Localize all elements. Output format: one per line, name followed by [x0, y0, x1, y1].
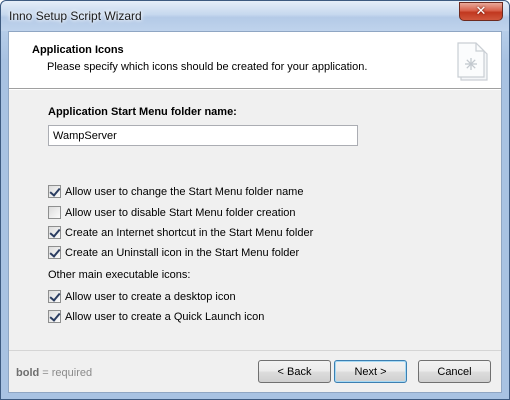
- option-quick-launch-icon[interactable]: Allow user to create a Quick Launch icon: [48, 310, 264, 323]
- checkbox[interactable]: [48, 206, 61, 219]
- page-header: Application Icons Please specify which i…: [9, 32, 501, 89]
- legend-text: = required: [39, 367, 93, 379]
- option-label: Allow user to change the Start Menu fold…: [65, 185, 304, 198]
- other-icons-label: Other main executable icons:: [48, 269, 191, 281]
- option-label: Create an Internet shortcut in the Start…: [65, 226, 314, 239]
- page-subtitle: Please specify which icons should be cre…: [47, 61, 368, 73]
- title-bar[interactable]: Inno Setup Script Wizard ✕: [1, 1, 509, 31]
- option-label: Create an Uninstall icon in the Start Me…: [65, 246, 300, 259]
- window-title: Inno Setup Script Wizard: [9, 9, 142, 23]
- checkbox[interactable]: [48, 185, 61, 198]
- folder-name-label: Application Start Menu folder name:: [48, 106, 237, 118]
- wizard-page-icon: [457, 42, 488, 81]
- legend-bold: bold: [16, 367, 40, 379]
- option-disable-folder[interactable]: Allow user to disable Start Menu folder …: [48, 206, 296, 219]
- checkbox[interactable]: [48, 226, 61, 239]
- checkbox[interactable]: [48, 246, 61, 259]
- option-internet-shortcut[interactable]: Create an Internet shortcut in the Start…: [48, 226, 313, 239]
- footer-divider: [9, 350, 501, 351]
- checkbox[interactable]: [48, 290, 61, 303]
- option-label: Allow user to disable Start Menu folder …: [65, 206, 296, 219]
- wizard-window: Inno Setup Script Wizard ✕ Application I…: [0, 0, 510, 400]
- next-button[interactable]: Next >: [334, 360, 407, 383]
- required-legend: bold = required: [16, 367, 92, 379]
- option-change-folder[interactable]: Allow user to change the Start Menu fold…: [48, 185, 303, 198]
- close-icon: ✕: [475, 4, 487, 19]
- page-title: Application Icons: [32, 44, 124, 56]
- back-button[interactable]: < Back: [258, 360, 331, 383]
- wizard-client-area: Application Icons Please specify which i…: [8, 31, 502, 393]
- option-uninstall-icon[interactable]: Create an Uninstall icon in the Start Me…: [48, 246, 299, 259]
- option-desktop-icon[interactable]: Allow user to create a desktop icon: [48, 290, 236, 303]
- cancel-button[interactable]: Cancel: [418, 360, 491, 383]
- option-label: Allow user to create a desktop icon: [65, 290, 236, 303]
- folder-name-input[interactable]: [48, 125, 358, 146]
- checkbox[interactable]: [48, 310, 61, 323]
- page-content: Application Start Menu folder name: Allo…: [9, 90, 501, 350]
- close-button[interactable]: ✕: [459, 2, 503, 21]
- option-label: Allow user to create a Quick Launch icon: [65, 310, 265, 323]
